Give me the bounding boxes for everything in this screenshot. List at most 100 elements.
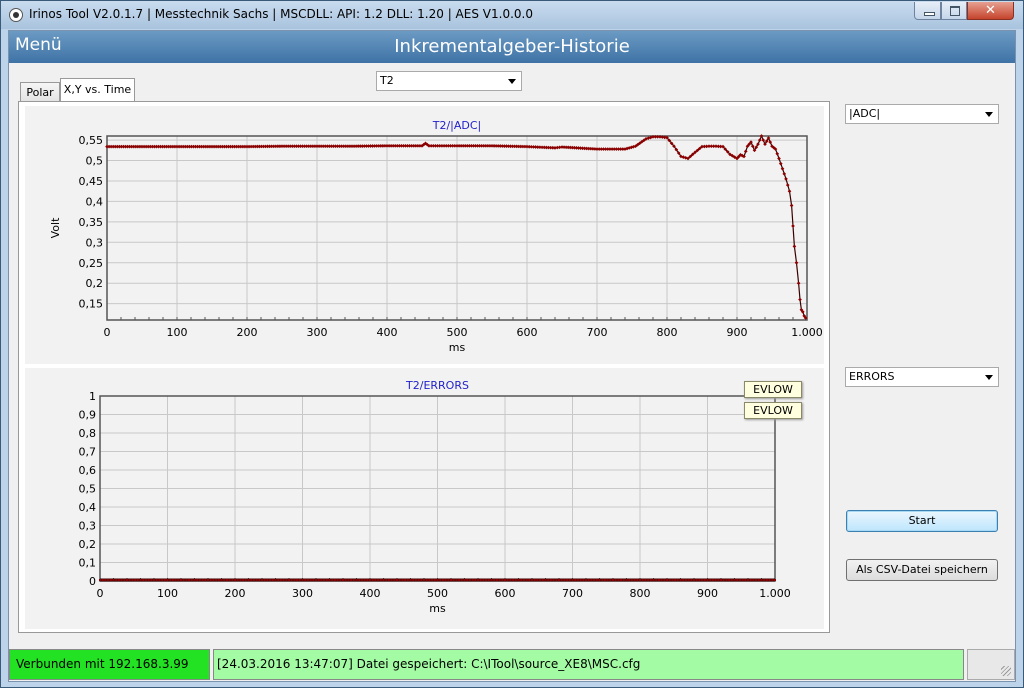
- data-point: [134, 579, 137, 581]
- data-point: [401, 579, 404, 581]
- data-point: [333, 579, 336, 581]
- status-bar: Verbunden mit 192.168.3.99 [24.03.2016 1…: [8, 647, 1016, 682]
- y-tick-label: 0: [89, 575, 96, 588]
- upper-select-value: |ADC|: [849, 107, 881, 120]
- data-point: [279, 579, 282, 581]
- data-point: [628, 579, 631, 581]
- channel-select-value: T2: [380, 74, 394, 87]
- data-point: [579, 579, 582, 581]
- data-point: [468, 579, 471, 581]
- data-point: [236, 579, 239, 581]
- x-tick-label: 200: [225, 587, 246, 600]
- data-point: [317, 579, 320, 581]
- data-point: [439, 579, 442, 581]
- data-point: [566, 579, 569, 581]
- data-point: [315, 579, 317, 581]
- x-tick-label: 900: [697, 587, 718, 600]
- adc-chart: 0 100 200 300 400 500 600 700 800 900 1.000 0,15 0,2…: [25, 106, 824, 364]
- tab-polar[interactable]: Polar: [20, 82, 60, 102]
- data-point: [255, 579, 258, 581]
- data-point: [477, 579, 479, 581]
- y-tick-label: 0,9: [79, 409, 97, 422]
- data-point: [385, 579, 388, 581]
- tab-xy-vs-time[interactable]: X,Y vs. Time: [60, 78, 135, 102]
- data-point: [155, 579, 158, 581]
- data-point: [649, 579, 652, 581]
- errors-chart: 0 100 200 300 400 500 600 700 800 900 1.000 0 0,1 0,2…: [25, 368, 824, 629]
- y-tick-label: 0,55: [79, 134, 104, 147]
- data-point: [423, 579, 425, 581]
- data-point: [126, 579, 128, 581]
- channel-select[interactable]: T2: [376, 71, 522, 91]
- data-point: [358, 579, 361, 581]
- save-csv-button[interactable]: Als CSV-Datei speichern: [846, 559, 998, 581]
- data-point: [441, 579, 444, 581]
- close-button[interactable]: ✕: [967, 2, 1014, 20]
- data-point: [101, 579, 104, 581]
- data-point: [487, 579, 490, 581]
- title-bar[interactable]: Irinos Tool V2.0.1.7 | Messtechnik Sachs…: [1, 1, 1023, 29]
- data-point: [301, 579, 304, 581]
- data-point: [552, 579, 555, 581]
- data-point: [504, 579, 506, 581]
- data-point: [522, 579, 525, 581]
- y-tick-label: 0,35: [79, 216, 104, 229]
- data-point: [99, 579, 101, 581]
- chevron-down-icon: [508, 79, 516, 84]
- chart-title: T2/|ADC|: [432, 119, 482, 132]
- data-point: [207, 579, 209, 581]
- data-point: [266, 579, 269, 581]
- x-tick-label: 900: [727, 326, 748, 339]
- upper-channel-select[interactable]: |ADC|: [845, 104, 999, 124]
- data-point: [620, 579, 623, 581]
- data-point: [382, 579, 385, 581]
- x-tick-label: 300: [292, 587, 313, 600]
- resize-grip-icon[interactable]: [1001, 666, 1011, 676]
- data-point: [633, 579, 636, 581]
- data-point: [298, 579, 301, 581]
- lower-channel-select[interactable]: ERRORS: [845, 367, 999, 387]
- data-point: [701, 579, 704, 581]
- data-point: [425, 579, 428, 581]
- data-point: [290, 579, 293, 581]
- data-point: [231, 579, 234, 581]
- data-point: [274, 579, 277, 581]
- data-point: [711, 579, 714, 581]
- data-point: [495, 579, 498, 581]
- minimize-button[interactable]: [914, 2, 941, 20]
- data-point: [598, 579, 601, 581]
- data-point: [595, 579, 598, 581]
- data-point: [144, 579, 147, 581]
- y-tick-label: 0,25: [79, 257, 104, 270]
- data-point: [555, 579, 558, 581]
- x-tick-label: 200: [237, 326, 258, 339]
- data-point: [609, 579, 612, 581]
- maximize-button[interactable]: [941, 2, 967, 20]
- adc-chart-svg: 0 100 200 300 400 500 600 700 800 900 1.000 0,15 0,2…: [49, 119, 823, 354]
- tab-xy-vs-time-label: X,Y vs. Time: [63, 83, 132, 96]
- data-point: [414, 579, 417, 581]
- data-point: [625, 579, 628, 581]
- data-point: [223, 579, 226, 581]
- data-point: [639, 579, 641, 581]
- data-point: [420, 579, 423, 581]
- data-point: [228, 579, 231, 581]
- data-point: [328, 579, 331, 581]
- lower-select-value: ERRORS: [849, 370, 895, 383]
- data-point: [347, 579, 350, 581]
- x-axis-label: ms: [449, 341, 466, 354]
- data-point: [590, 579, 593, 581]
- data-point: [117, 579, 120, 581]
- data-point: [128, 579, 131, 581]
- data-point: [738, 579, 741, 581]
- data-point: [412, 579, 415, 581]
- data-point: [215, 579, 218, 581]
- data-point: [225, 579, 228, 581]
- chart-title: T2/ERRORS: [405, 379, 469, 392]
- start-button[interactable]: Start: [846, 510, 998, 532]
- data-point: [536, 579, 539, 581]
- data-point: [331, 579, 334, 581]
- data-point: [517, 579, 520, 581]
- data-point: [355, 579, 358, 581]
- data-point: [725, 579, 728, 581]
